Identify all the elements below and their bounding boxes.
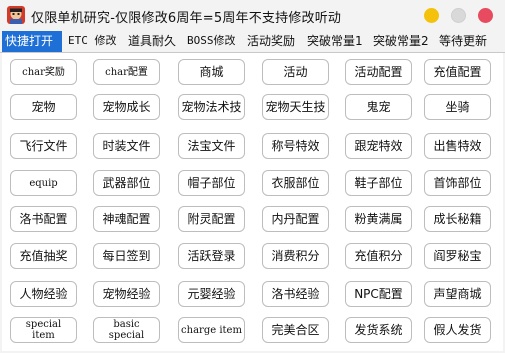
- quick-open-button-r6-c2[interactable]: 每日签到: [93, 243, 160, 269]
- quick-open-button-r4-c5[interactable]: 鞋子部位: [345, 170, 412, 196]
- quick-open-button-r4-c4[interactable]: 衣服部位: [262, 170, 329, 196]
- quick-open-button-r5-c3[interactable]: 附灵配置: [178, 206, 245, 232]
- quick-open-button-r3-c4[interactable]: 称号特效: [262, 133, 329, 159]
- maximize-button[interactable]: [451, 8, 466, 23]
- quick-open-button-r6-c4[interactable]: 消费积分: [262, 243, 329, 269]
- quick-open-button-r5-c5[interactable]: 粉黄满属: [345, 206, 412, 232]
- quick-open-button-r2-c4[interactable]: 宠物天生技: [262, 94, 329, 120]
- quick-open-button-r6-c1[interactable]: 充值抽奖: [10, 243, 77, 269]
- tab-bar: 快捷打开 ETC 修改 道具耐久 BOSS修改 活动奖励 突破常量1 突破常量2 等待更新: [0, 31, 505, 53]
- quick-open-button-r8-c4[interactable]: 完美合区: [262, 317, 329, 343]
- quick-open-button-r1-c3[interactable]: 商城: [178, 59, 245, 85]
- quick-open-button-r3-c6[interactable]: 出售特效: [424, 133, 491, 159]
- quick-open-button-r2-c2[interactable]: 宠物成长: [93, 94, 160, 120]
- title-bar: 仅限单机研究-仅限修改6周年=5周年不支持修改听动: [0, 0, 505, 31]
- quick-open-button-r3-c2[interactable]: 时装文件: [93, 133, 160, 159]
- quick-open-button-r2-c6[interactable]: 坐骑: [424, 94, 491, 120]
- quick-open-button-r7-c5[interactable]: NPC配置: [345, 281, 412, 307]
- quick-open-button-r7-c4[interactable]: 洛书经验: [262, 281, 329, 307]
- quick-open-button-r1-c4[interactable]: 活动: [262, 59, 329, 85]
- quick-open-button-r5-c4[interactable]: 内丹配置: [262, 206, 329, 232]
- quick-open-button-r1-c1[interactable]: char奖励: [10, 59, 77, 85]
- tab-3[interactable]: 道具耐久: [125, 31, 181, 52]
- quick-open-button-r8-c5[interactable]: 发货系统: [345, 317, 412, 343]
- minimize-button[interactable]: [424, 8, 439, 23]
- tab-2[interactable]: ETC 修改: [65, 31, 122, 52]
- quick-open-button-r5-c1[interactable]: 洛书配置: [10, 206, 77, 232]
- tab-1[interactable]: 快捷打开: [2, 31, 62, 52]
- quick-open-button-r6-c3[interactable]: 活跃登录: [178, 243, 245, 269]
- quick-open-button-r8-c6[interactable]: 假人发货: [424, 317, 491, 343]
- quick-open-button-r3-c3[interactable]: 法宝文件: [178, 133, 245, 159]
- quick-open-button-r2-c3[interactable]: 宠物法术技: [178, 94, 245, 120]
- quick-open-button-r4-c1[interactable]: equip: [10, 170, 77, 196]
- quick-open-button-r8-c2[interactable]: basic special: [93, 317, 160, 343]
- quick-open-button-r8-c3[interactable]: charge item: [178, 317, 245, 343]
- quick-open-button-r4-c3[interactable]: 帽子部位: [178, 170, 245, 196]
- tab-5[interactable]: 活动奖励: [244, 31, 301, 52]
- quick-open-button-r1-c6[interactable]: 充值配置: [424, 59, 491, 85]
- quick-open-button-r7-c1[interactable]: 人物经验: [10, 281, 77, 307]
- quick-open-button-r5-c2[interactable]: 神魂配置: [93, 206, 160, 232]
- quick-open-button-r8-c1[interactable]: special item: [10, 317, 77, 343]
- quick-open-button-r3-c1[interactable]: 飞行文件: [10, 133, 77, 159]
- window-title: 仅限单机研究-仅限修改6周年=5周年不支持修改听动: [31, 11, 342, 26]
- tab-8[interactable]: 等待更新: [436, 31, 494, 52]
- quick-open-button-r1-c2[interactable]: char配置: [93, 59, 160, 85]
- quick-open-button-r3-c5[interactable]: 跟宠特效: [345, 133, 412, 159]
- quick-open-button-r5-c6[interactable]: 成长秘籍: [424, 206, 491, 232]
- tab-6[interactable]: 突破常量1: [304, 31, 367, 52]
- app-window: 仅限单机研究-仅限修改6周年=5周年不支持修改听动 快捷打开 ETC 修改 道具耐久…: [0, 0, 505, 353]
- quick-open-button-r2-c1[interactable]: 宠物: [10, 94, 77, 120]
- quick-open-button-r6-c6[interactable]: 阎罗秘宝: [424, 243, 491, 269]
- quick-open-button-r4-c2[interactable]: 武器部位: [93, 170, 160, 196]
- app-logo-icon: [7, 6, 25, 24]
- quick-open-panel: char奖励 char配置 商城 活动 活动配置 充值配置宠物 宠物成长 宠物法术技 宠物天生技…: [2, 53, 503, 351]
- quick-open-button-r7-c6[interactable]: 声望商城: [424, 281, 491, 307]
- quick-open-button-r7-c2[interactable]: 宠物经验: [93, 281, 160, 307]
- quick-open-button-r2-c5[interactable]: 鬼宠: [345, 94, 412, 120]
- quick-open-button-r7-c3[interactable]: 元婴经验: [178, 281, 245, 307]
- tab-7[interactable]: 突破常量2: [370, 31, 433, 52]
- tab-4[interactable]: BOSS修改: [184, 31, 241, 52]
- quick-open-button-r6-c5[interactable]: 充值积分: [345, 243, 412, 269]
- close-button[interactable]: [478, 8, 493, 23]
- quick-open-button-r4-c6[interactable]: 首饰部位: [424, 170, 491, 196]
- quick-open-button-r1-c5[interactable]: 活动配置: [345, 59, 412, 85]
